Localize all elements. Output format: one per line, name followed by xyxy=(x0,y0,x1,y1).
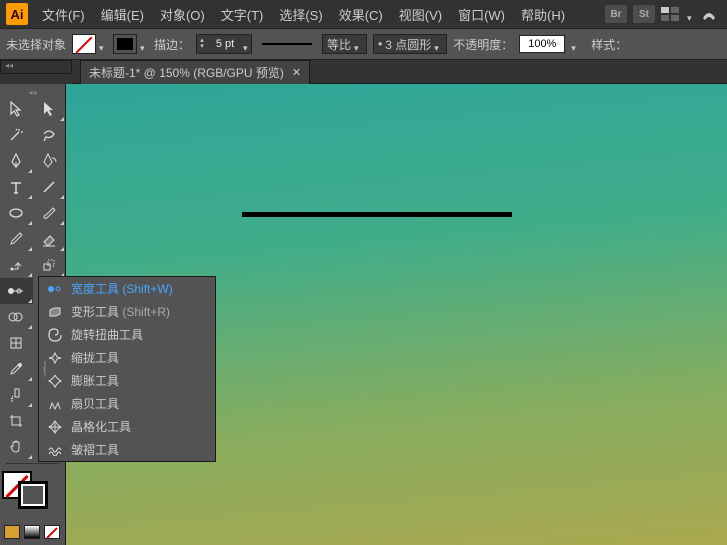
hand-tool[interactable] xyxy=(0,434,33,460)
flyout-item-wrinkle[interactable]: 皱褶工具 xyxy=(39,438,215,461)
fill-stroke-swatches[interactable] xyxy=(2,471,48,509)
menu-file[interactable]: 文件(F) xyxy=(34,1,93,28)
menu-bar: Ai 文件(F) 编辑(E) 对象(O) 文字(T) 选择(S) 效果(C) 视… xyxy=(0,0,727,28)
document-tab-bar: 未标题-1* @ 150% (RGB/GPU 预览) ✕ xyxy=(72,60,727,84)
stroke-swatch[interactable] xyxy=(113,34,148,54)
magic-wand-tool[interactable] xyxy=(0,122,33,148)
scale-tool[interactable] xyxy=(33,252,66,278)
menu-help[interactable]: 帮助(H) xyxy=(513,1,573,28)
pen-tool[interactable] xyxy=(0,148,33,174)
flyout-item-warp[interactable]: 变形工具 (Shift+R) xyxy=(39,300,215,323)
opacity-dropdown-icon[interactable] xyxy=(571,40,579,48)
lasso-tool[interactable] xyxy=(33,122,66,148)
variable-width-dropdown[interactable]: 等比 xyxy=(322,34,367,54)
document-tab[interactable]: 未标题-1* @ 150% (RGB/GPU 预览) ✕ xyxy=(80,60,310,84)
flyout-item-crystallize[interactable]: 晶格化工具 xyxy=(39,415,215,438)
stock-icon[interactable]: St xyxy=(633,5,655,23)
flyout-item-twirl[interactable]: 旋转扭曲工具 xyxy=(39,323,215,346)
direct-selection-tool[interactable] xyxy=(33,96,66,122)
close-tab-icon[interactable]: ✕ xyxy=(292,66,301,79)
document-tab-title: 未标题-1* @ 150% (RGB/GPU 预览) xyxy=(89,64,284,81)
menu-view[interactable]: 视图(V) xyxy=(391,1,450,28)
app-icon: Ai xyxy=(6,3,28,25)
toolbox-collapse-icon[interactable] xyxy=(0,88,65,96)
curvature-tool[interactable] xyxy=(33,148,66,174)
width-tool-flyout: 宽度工具 (Shift+W) 变形工具 (Shift+R) 旋转扭曲工具 缩拢工… xyxy=(38,276,216,462)
rotate-tool[interactable] xyxy=(0,252,33,278)
flyout-item-pucker[interactable]: 缩拢工具 xyxy=(39,346,215,369)
none-mode-button[interactable] xyxy=(44,525,60,539)
shape-builder-tool[interactable] xyxy=(0,304,33,330)
brush-dropdown[interactable]: •3 点圆形 xyxy=(373,34,447,54)
canvas-path[interactable] xyxy=(242,212,512,217)
fill-swatch[interactable] xyxy=(72,34,107,54)
eyedropper-tool[interactable] xyxy=(0,356,33,382)
control-bar: 未选择对象 描边： ▴▾ 等比 •3 点圆形 不透明度： 样式： xyxy=(0,28,727,60)
stroke-swatch-main[interactable] xyxy=(18,481,48,509)
flyout-tearoff-handle[interactable] xyxy=(38,277,52,461)
arrange-docs-dropdown-icon[interactable] xyxy=(687,10,695,18)
width-tool[interactable] xyxy=(0,278,33,304)
mesh-tool[interactable] xyxy=(0,330,33,356)
menu-object[interactable]: 对象(O) xyxy=(152,1,213,28)
type-tool[interactable] xyxy=(0,174,33,200)
flyout-item-bloat[interactable]: 膨胀工具 xyxy=(39,369,215,392)
panel-collapse-toggle[interactable] xyxy=(0,60,72,74)
menu-window[interactable]: 窗口(W) xyxy=(450,1,513,28)
menu-type[interactable]: 文字(T) xyxy=(213,1,272,28)
menu-edit[interactable]: 编辑(E) xyxy=(93,1,152,28)
style-label[interactable]: 样式： xyxy=(585,34,633,55)
menu-select[interactable]: 选择(S) xyxy=(271,1,330,28)
stroke-label: 描边： xyxy=(154,36,190,53)
bridge-icon[interactable]: Br xyxy=(605,5,627,23)
selection-tool[interactable] xyxy=(0,96,33,122)
stroke-weight-stepper[interactable]: ▴▾ xyxy=(196,34,252,54)
rectangle-tool[interactable] xyxy=(0,200,33,226)
line-tool[interactable] xyxy=(33,174,66,200)
pencil-tool[interactable] xyxy=(0,226,33,252)
color-mode-button[interactable] xyxy=(4,525,20,539)
stroke-weight-input[interactable] xyxy=(207,38,243,50)
symbol-sprayer-tool[interactable] xyxy=(0,382,33,408)
gradient-mode-button[interactable] xyxy=(24,525,40,539)
selection-status-label: 未选择对象 xyxy=(6,36,66,53)
eraser-tool[interactable] xyxy=(33,226,66,252)
menu-effect[interactable]: 效果(C) xyxy=(331,1,391,28)
paintbrush-tool[interactable] xyxy=(33,200,66,226)
artboard-tool[interactable] xyxy=(0,408,33,434)
opacity-input[interactable] xyxy=(519,35,565,53)
flyout-item-width[interactable]: 宽度工具 (Shift+W) xyxy=(39,277,215,300)
opacity-label: 不透明度： xyxy=(453,36,513,53)
arrange-docs-icon[interactable] xyxy=(661,7,681,21)
stroke-preview[interactable] xyxy=(262,43,312,45)
workspace-icon[interactable] xyxy=(701,6,717,22)
flyout-item-scallop[interactable]: 扇贝工具 xyxy=(39,392,215,415)
